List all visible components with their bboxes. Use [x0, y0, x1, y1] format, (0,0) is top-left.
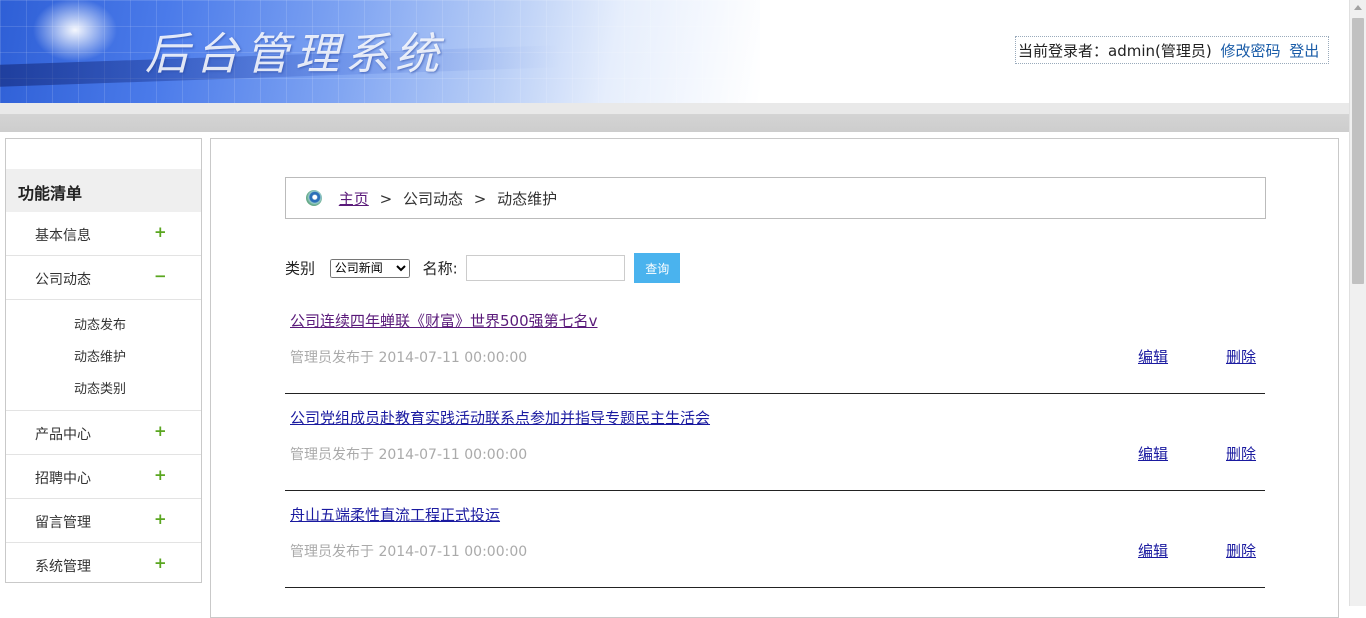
- sidebar-item-label: 留言管理: [35, 515, 91, 531]
- expand-plus-icon[interactable]: +: [154, 466, 167, 484]
- category-select[interactable]: 公司新闻: [329, 258, 410, 278]
- system-title: 后台管理系统: [145, 29, 445, 80]
- header-divider-bar: [0, 114, 1349, 132]
- sidebar-item-recruitment[interactable]: 招聘中心 +: [6, 455, 201, 499]
- name-label: 名称:: [422, 259, 458, 278]
- expand-plus-icon[interactable]: +: [154, 422, 167, 440]
- news-meta: 管理员发布于 2014-07-11 00:00:00: [290, 447, 528, 463]
- sidebar-item-system[interactable]: 系统管理 +: [6, 543, 201, 587]
- sidebar-item-label: 产品中心: [35, 427, 91, 443]
- list-item: 舟山五端柔性直流工程正式投运 管理员发布于 2014-07-11 00:00:0…: [285, 491, 1265, 588]
- sidebar-item-label: 系统管理: [35, 559, 91, 575]
- breadcrumb-current: 动态维护: [497, 190, 558, 208]
- sidebar-item-company-news[interactable]: 公司动态 −: [6, 256, 201, 300]
- main-panel: 主页 > 公司动态 > 动态维护 类别 公司新闻 名称: 查询 公司连续四年蝉联…: [210, 138, 1339, 618]
- expand-plus-icon[interactable]: +: [154, 554, 167, 572]
- collapse-minus-icon[interactable]: −: [154, 267, 167, 285]
- delete-link[interactable]: 删除: [1226, 540, 1256, 561]
- sidebar-subitem-news-category[interactable]: 动态类别: [6, 372, 201, 404]
- sidebar-item-products[interactable]: 产品中心 +: [6, 411, 201, 455]
- sidebar-title: 功能清单: [6, 169, 201, 212]
- breadcrumb-level1: 公司动态: [402, 190, 463, 208]
- breadcrumb-separator: >: [473, 190, 487, 208]
- logout-link[interactable]: 登出: [1289, 42, 1319, 60]
- sidebar-item-label: 招聘中心: [35, 471, 91, 487]
- change-password-link[interactable]: 修改密码: [1221, 42, 1281, 60]
- news-title-link[interactable]: 公司党组成员赴教育实践活动联系点参加并指导专题民主生活会: [290, 407, 710, 428]
- query-button[interactable]: 查询: [634, 253, 681, 283]
- edit-link[interactable]: 编辑: [1138, 540, 1168, 561]
- list-item: 公司党组成员赴教育实践活动联系点参加并指导专题民主生活会 管理员发布于 2014…: [285, 394, 1265, 491]
- news-meta: 管理员发布于 2014-07-11 00:00:00: [290, 350, 528, 366]
- breadcrumb: 主页 > 公司动态 > 动态维护: [285, 177, 1266, 219]
- sidebar-item-label: 基本信息: [35, 228, 91, 244]
- login-info: 当前登录者：admin(管理员) 修改密码 登出: [1015, 36, 1329, 64]
- sidebar-submenu-company-news: 动态发布 动态维护 动态类别: [6, 300, 201, 411]
- scroll-thumb[interactable]: [1352, 18, 1364, 284]
- header-banner: 后台管理系统 当前登录者：admin(管理员) 修改密码 登出: [0, 0, 1349, 103]
- scroll-up-arrow-icon[interactable]: [1354, 5, 1362, 10]
- breadcrumb-separator: >: [379, 190, 393, 208]
- name-input[interactable]: [466, 255, 626, 281]
- sidebar-item-basic-info[interactable]: 基本信息 +: [6, 212, 201, 256]
- news-meta: 管理员发布于 2014-07-11 00:00:00: [290, 544, 528, 560]
- sidebar-item-label: 公司动态: [35, 272, 91, 288]
- news-list: 公司连续四年蝉联《财富》世界500强第七名v 管理员发布于 2014-07-11…: [285, 297, 1265, 588]
- sidebar-subitem-news-publish[interactable]: 动态发布: [6, 308, 201, 340]
- sidebar-subitem-news-maintain[interactable]: 动态维护: [6, 340, 201, 372]
- news-title-link[interactable]: 公司连续四年蝉联《财富》世界500强第七名v: [290, 310, 598, 331]
- list-item: 公司连续四年蝉联《财富》世界500强第七名v 管理员发布于 2014-07-11…: [285, 297, 1265, 394]
- filter-bar: 类别 公司新闻 名称: 查询: [285, 253, 681, 285]
- header-divider-light: [0, 103, 1349, 114]
- delete-link[interactable]: 删除: [1226, 443, 1256, 464]
- edit-link[interactable]: 编辑: [1138, 346, 1168, 367]
- expand-plus-icon[interactable]: +: [154, 223, 167, 241]
- breadcrumb-home-link[interactable]: 主页: [339, 190, 369, 208]
- sidebar-item-messages[interactable]: 留言管理 +: [6, 499, 201, 543]
- news-title-link[interactable]: 舟山五端柔性直流工程正式投运: [290, 504, 500, 525]
- category-label: 类别: [285, 259, 316, 278]
- location-pin-icon: [306, 190, 322, 206]
- page-scrollbar[interactable]: [1349, 0, 1366, 606]
- sidebar: 功能清单 基本信息 + 公司动态 − 动态发布 动态维护 动态类别 产品中心 +…: [5, 138, 202, 583]
- edit-link[interactable]: 编辑: [1138, 443, 1168, 464]
- login-user-text: 当前登录者：admin(管理员): [1018, 42, 1212, 60]
- delete-link[interactable]: 删除: [1226, 346, 1256, 367]
- expand-plus-icon[interactable]: +: [154, 510, 167, 528]
